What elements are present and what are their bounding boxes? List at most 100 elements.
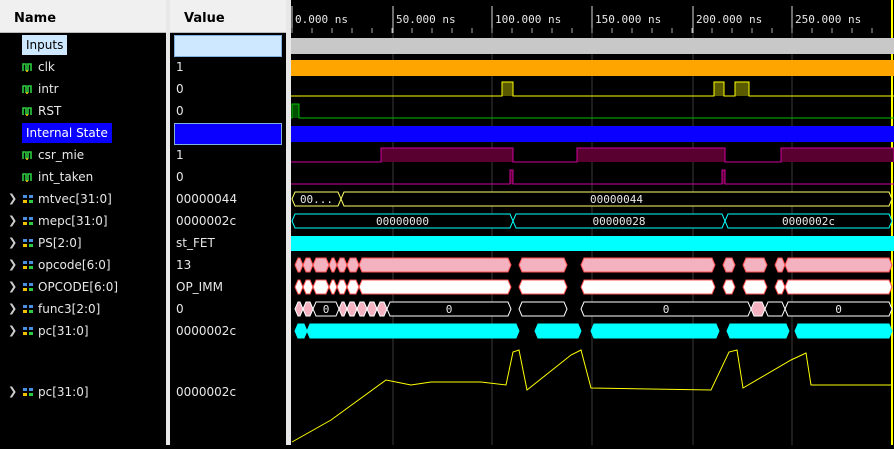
func3-wave-segment <box>750 301 766 317</box>
expand-chevron-icon[interactable]: ❯ <box>8 320 17 342</box>
signal-value-9: st_FET <box>170 232 286 254</box>
bus-signal-icon <box>23 239 33 247</box>
ruler-label: 50.000 ns <box>396 13 456 26</box>
csr-mie-wave-high <box>781 148 894 162</box>
opcode-wave-segment <box>774 257 786 273</box>
opcode-name-wave-segment <box>336 279 348 295</box>
ruler-label: 150.000 ns <box>595 13 661 26</box>
bus-signal-icon <box>23 283 33 291</box>
signal-row-3[interactable]: RST <box>0 100 166 122</box>
value-text: 0000002c <box>176 214 237 228</box>
signal-name: intr <box>38 82 59 96</box>
opcode-wave-segment <box>518 257 568 273</box>
mepc-wave-value-label: 0000002c <box>782 215 835 228</box>
expand-chevron-icon[interactable]: ❯ <box>8 381 17 403</box>
signal-row-13[interactable]: ❯ pc[31:0] <box>0 320 166 342</box>
ruler-label: 200.000 ns <box>696 13 762 26</box>
func3-value-label: 0 <box>446 303 453 316</box>
expand-chevron-icon[interactable]: ❯ <box>8 232 17 254</box>
signal-row-9[interactable]: ❯ PS[2:0] <box>0 232 166 254</box>
signal-row-7[interactable]: ❯ mtvec[31:0] <box>0 188 166 210</box>
opcode-wave-segment <box>742 257 768 273</box>
mtvec-wave-value-label: 00000044 <box>590 193 643 206</box>
opcode-name-wave-segment <box>722 279 736 295</box>
opcode-wave-segment <box>336 257 348 273</box>
opcode-name-wave-segment <box>784 279 893 295</box>
opcode-name-wave-segment <box>518 279 568 295</box>
group-label[interactable]: Internal State <box>22 123 112 143</box>
signal-value-6: 0 <box>170 166 286 188</box>
opcode-wave-segment <box>312 257 330 273</box>
value-text: OP_IMM <box>176 280 223 294</box>
opcode-wave-segment <box>784 257 893 273</box>
signal-row-8[interactable]: ❯ mepc[31:0] <box>0 210 166 232</box>
value-text: 0 <box>176 82 184 96</box>
value-column-header[interactable]: Value <box>170 0 286 33</box>
opcode-name-wave-segment <box>302 279 314 295</box>
signal-name: pc[31:0] <box>38 324 89 338</box>
signal-row-11[interactable]: ❯ OPCODE[6:0] <box>0 276 166 298</box>
opcode-name-wave-segment <box>294 279 304 295</box>
pc-wave-segment <box>294 323 308 339</box>
bit-signal-icon <box>22 107 32 116</box>
func3-wave-segment <box>376 301 388 317</box>
value-text: st_FET <box>176 236 215 250</box>
signal-row-12[interactable]: ❯ func3[2:0] <box>0 298 166 320</box>
pc-wave-segment <box>590 323 720 339</box>
expand-chevron-icon[interactable]: ❯ <box>8 254 17 276</box>
func3-wave-segment <box>346 301 358 317</box>
opcode-name-wave-segment <box>774 279 786 295</box>
signal-name: csr_mie <box>38 148 85 162</box>
signal-row-10[interactable]: ❯ opcode[6:0] <box>0 254 166 276</box>
func3-wave-segment <box>338 301 348 317</box>
signal-row-0[interactable]: Inputs <box>0 34 166 56</box>
name-pane: Name Inputs clk intr RST Internal State csr_m… <box>0 0 166 445</box>
opcode-name-wave-segment <box>580 279 716 295</box>
bit-signal-icon <box>22 151 32 160</box>
expand-chevron-icon[interactable]: ❯ <box>8 276 17 298</box>
value-text: 1 <box>176 60 184 74</box>
signal-value-2: 0 <box>170 78 286 100</box>
opcode-name-wave-segment <box>346 279 360 295</box>
value-text: 1 <box>176 148 184 162</box>
group-label[interactable]: Inputs <box>22 35 68 55</box>
pc-wave-segment <box>534 323 582 339</box>
value-text: 0 <box>176 302 184 316</box>
ruler-label: 100.000 ns <box>495 13 561 26</box>
signal-row-14[interactable]: ❯ pc[31:0] <box>0 381 166 403</box>
intr-wave-high <box>714 82 724 96</box>
signal-value-10: 13 <box>170 254 286 276</box>
signal-value-0 <box>170 34 286 57</box>
func3-value-label: 0 <box>835 303 842 316</box>
expand-chevron-icon[interactable]: ❯ <box>8 188 17 210</box>
expand-chevron-icon[interactable]: ❯ <box>8 210 17 232</box>
internal-state-band <box>291 126 894 142</box>
inputs-group-band <box>291 38 894 54</box>
func3-wave-segment <box>518 301 568 317</box>
signal-value-4 <box>170 122 286 145</box>
name-column-header[interactable]: Name <box>0 0 166 33</box>
expand-chevron-icon[interactable]: ❯ <box>8 298 17 320</box>
func3-wave-segment <box>294 301 304 317</box>
signal-name: mtvec[31:0] <box>38 192 112 206</box>
func3-wave-segment <box>356 301 368 317</box>
signal-row-1[interactable]: clk <box>0 56 166 78</box>
signal-row-6[interactable]: int_taken <box>0 166 166 188</box>
signal-row-2[interactable]: intr <box>0 78 166 100</box>
intr-wave-high <box>735 82 749 96</box>
mepc-wave-value-label: 00000028 <box>593 215 646 228</box>
opcode-wave-segment <box>346 257 360 273</box>
signal-value-8: 0000002c <box>170 210 286 232</box>
ruler-label: 0.000 ns <box>295 13 348 26</box>
waveform-canvas[interactable]: 0.000 ns 50.000 ns 100.000 ns 150.000 ns 200… <box>291 0 894 445</box>
signal-name: PS[2:0] <box>38 236 82 250</box>
signal-row-5[interactable]: csr_mie <box>0 144 166 166</box>
group-value-cell <box>174 123 282 145</box>
func3-wave-segment <box>764 301 786 317</box>
signal-name: func3[2:0] <box>38 302 101 316</box>
waveform-pane[interactable]: 0.000 ns 50.000 ns 100.000 ns 150.000 ns 200… <box>291 0 894 445</box>
ps-wave <box>291 236 894 251</box>
group-value-cell <box>174 35 282 57</box>
signal-row-4[interactable]: Internal State <box>0 122 166 144</box>
pc-wave-segment <box>726 323 790 339</box>
